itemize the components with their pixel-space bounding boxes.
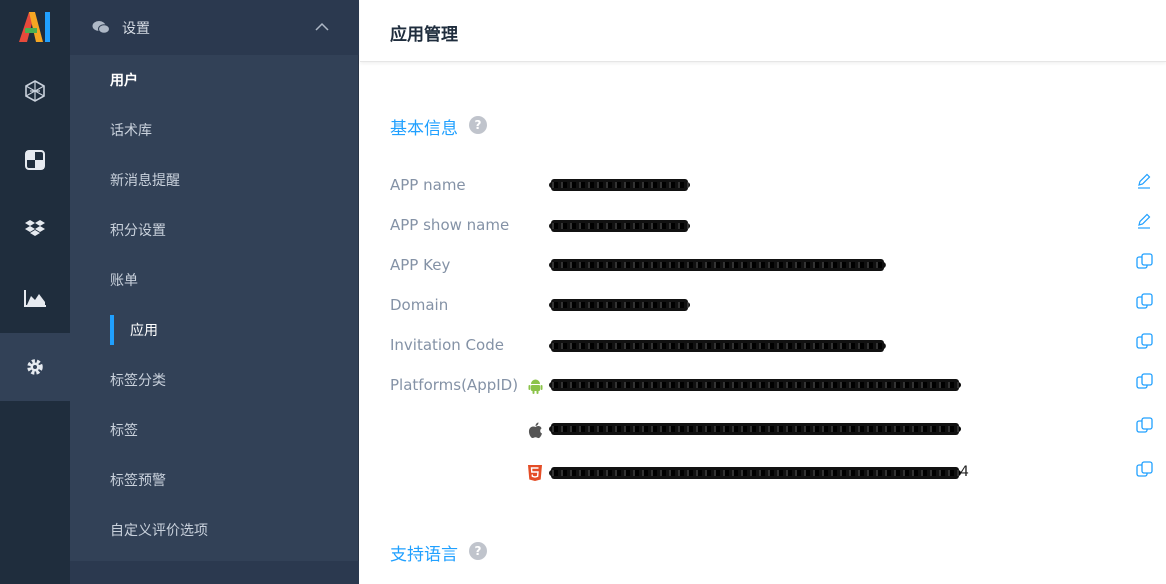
- field-label-app-show-name: APP show name: [390, 216, 510, 234]
- apple-icon: [527, 422, 543, 438]
- field-value-app-key: [549, 259, 886, 271]
- sidebar-item-users[interactable]: 用户: [70, 55, 359, 105]
- sidebar-item-billing[interactable]: 账单: [70, 255, 359, 305]
- field-label-domain: Domain: [390, 296, 449, 314]
- field-label-app-key: APP Key: [390, 256, 451, 274]
- sidebar-item-tag-categories[interactable]: 标签分类: [70, 355, 359, 405]
- edit-pencil-icon: [1138, 173, 1151, 189]
- sidebar-item-scripts[interactable]: 话术库: [70, 105, 359, 155]
- rail-item-network[interactable]: [0, 57, 70, 125]
- platform-value-html5: [549, 467, 961, 479]
- copy-html5-appid-button[interactable]: [1135, 460, 1153, 478]
- edit-app-name-button[interactable]: [1135, 172, 1153, 190]
- hexagon-network-icon: [25, 80, 45, 102]
- sidebar-item-custom-ratings[interactable]: 自定义评价选项: [70, 505, 359, 555]
- edit-pencil-icon: [1138, 213, 1151, 229]
- copy-app-key-button[interactable]: [1135, 252, 1153, 270]
- field-value-app-name: [549, 179, 690, 191]
- area-chart-icon: [24, 290, 46, 307]
- rail-item-chart[interactable]: [0, 264, 70, 332]
- question-circle-icon[interactable]: ?: [469, 542, 487, 560]
- copy-icon: [1135, 416, 1153, 433]
- copy-icon: [1135, 460, 1153, 477]
- page-title: 应用管理: [390, 25, 458, 45]
- android-icon: [527, 378, 543, 394]
- copy-icon: [1135, 292, 1153, 309]
- rail-item-checker[interactable]: [0, 126, 70, 194]
- icon-rail: [0, 0, 70, 584]
- dropbox-icon: [25, 220, 45, 236]
- sidebar-item-apps[interactable]: 应用: [70, 305, 359, 355]
- chat-bubbles-icon: [92, 21, 110, 34]
- languages-title: 支持语言: [390, 545, 458, 565]
- gear-icon: [27, 359, 43, 375]
- field-label-app-name: APP name: [390, 176, 466, 194]
- platform-value-html5-tail: 4: [960, 464, 969, 480]
- question-circle-icon[interactable]: ?: [469, 116, 487, 134]
- page-header: 应用管理: [360, 0, 1166, 62]
- copy-ios-appid-button[interactable]: [1135, 416, 1153, 434]
- rail-item-dropbox[interactable]: [0, 195, 70, 263]
- sidebar-item-notifications[interactable]: 新消息提醒: [70, 155, 359, 205]
- copy-icon: [1135, 372, 1153, 389]
- html5-icon: [527, 465, 543, 481]
- copy-android-appid-button[interactable]: [1135, 372, 1153, 390]
- sidebar-next-group: [70, 561, 359, 584]
- field-label-platforms: Platforms(AppID): [390, 376, 519, 394]
- settings-menu: 用户 话术库 新消息提醒 积分设置 账单 应用 标签分类 标签 标签预警 自定义…: [70, 55, 359, 555]
- field-label-invitation-code: Invitation Code: [390, 336, 504, 354]
- app-logo[interactable]: [17, 10, 53, 44]
- copy-icon: [1135, 332, 1153, 349]
- field-value-domain: [549, 299, 690, 311]
- edit-app-show-name-button[interactable]: [1135, 212, 1153, 230]
- settings-sidebar: 设置 用户 话术库 新消息提醒 积分设置 账单 应用 标签分类 标签 标签预警 …: [70, 0, 359, 584]
- sidebar-item-tag-alerts[interactable]: 标签预警: [70, 455, 359, 505]
- platform-value-android: [549, 379, 961, 391]
- field-value-app-show-name: [549, 220, 690, 232]
- sidebar-item-points[interactable]: 积分设置: [70, 205, 359, 255]
- settings-menu-title: 设置: [122, 21, 150, 37]
- chevron-up-icon[interactable]: [315, 22, 329, 31]
- platform-value-ios: [549, 423, 961, 435]
- copy-invitation-code-button[interactable]: [1135, 332, 1153, 350]
- sidebar-item-tags[interactable]: 标签: [70, 405, 359, 455]
- copy-domain-button[interactable]: [1135, 292, 1153, 310]
- basic-info-title: 基本信息: [390, 119, 458, 139]
- field-value-invitation-code: [549, 340, 886, 352]
- copy-icon: [1135, 252, 1153, 269]
- rail-item-settings[interactable]: [0, 333, 70, 401]
- checker-square-icon: [25, 150, 45, 170]
- settings-menu-header[interactable]: 设置: [70, 0, 359, 55]
